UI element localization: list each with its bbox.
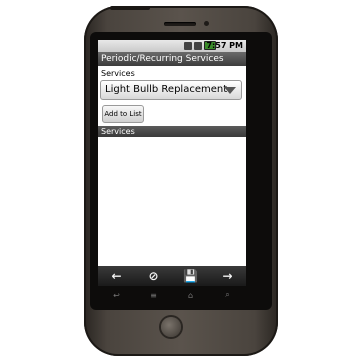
status-bar: 7:57 PM bbox=[98, 40, 246, 52]
add-to-list-button[interactable]: Add to List bbox=[102, 105, 144, 123]
cancel-icon[interactable]: ⊘ bbox=[139, 269, 169, 283]
usb-icon bbox=[184, 41, 192, 50]
forward-arrow-icon[interactable]: → bbox=[213, 269, 243, 283]
back-key-icon[interactable]: ↩ bbox=[102, 291, 132, 300]
service-spinner[interactable]: Light Bullb Replacement bbox=[100, 80, 242, 100]
proximity-sensor bbox=[204, 21, 209, 26]
back-arrow-icon[interactable]: ← bbox=[102, 269, 132, 283]
power-button[interactable] bbox=[110, 6, 150, 10]
app-screen: 7:57 PM Periodic/Recurring Services Serv… bbox=[98, 40, 246, 266]
home-key-icon[interactable]: ⌂ bbox=[176, 291, 206, 300]
services-label: Services bbox=[101, 69, 135, 78]
earpiece-speaker bbox=[164, 22, 196, 26]
status-time: 7:57 PM bbox=[206, 41, 243, 50]
menu-key-icon[interactable]: ≡ bbox=[139, 291, 169, 300]
search-key-icon[interactable]: ⌕ bbox=[213, 290, 243, 300]
hardware-keys: ↩ ≡ ⌂ ⌕ bbox=[98, 288, 246, 302]
trackball[interactable] bbox=[161, 317, 181, 337]
bottom-nav-bar: ← ⊘ 💾 → bbox=[98, 266, 246, 286]
spinner-selected-value: Light Bullb Replacement bbox=[105, 84, 228, 95]
signal-icon bbox=[194, 41, 202, 50]
services-list[interactable] bbox=[98, 137, 246, 266]
services-list-header: Services bbox=[98, 126, 246, 137]
save-icon[interactable]: 💾 bbox=[176, 269, 206, 283]
chevron-down-icon bbox=[224, 87, 236, 94]
page-title: Periodic/Recurring Services bbox=[98, 52, 246, 66]
